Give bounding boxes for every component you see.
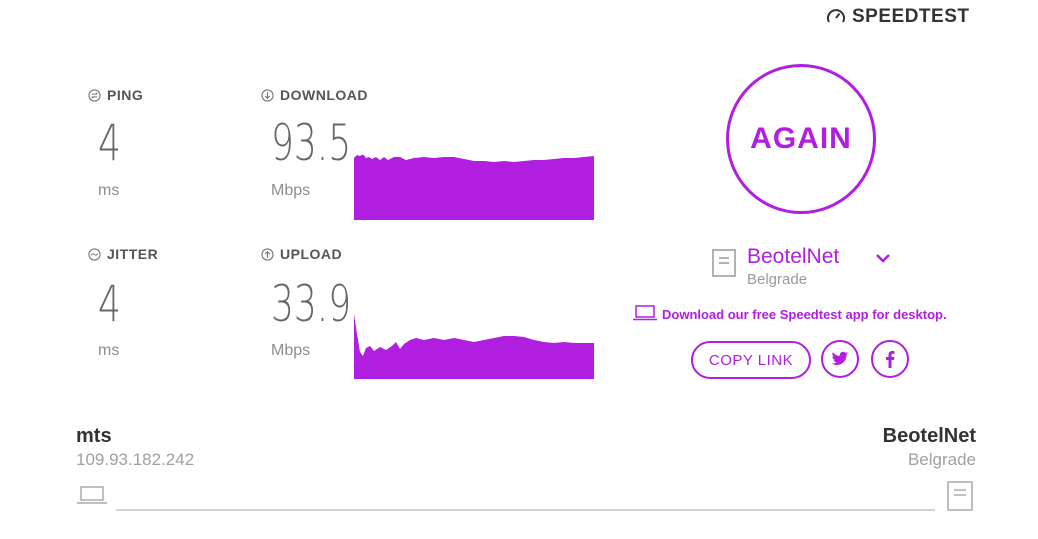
desktop-app-link[interactable]: Download our free Speedtest app for desk… bbox=[662, 307, 947, 322]
facebook-share-button[interactable] bbox=[871, 340, 909, 378]
jitter-value: 4 bbox=[98, 275, 121, 333]
ping-label: PING bbox=[107, 87, 144, 103]
upload-label: UPLOAD bbox=[280, 246, 343, 262]
chevron-down-icon[interactable] bbox=[875, 252, 891, 264]
download-graph bbox=[354, 155, 594, 220]
ping-header: PING bbox=[88, 87, 143, 103]
ping-value: 4 bbox=[98, 114, 121, 172]
download-label: DOWNLOAD bbox=[280, 87, 368, 103]
upload-arrow-icon bbox=[261, 247, 274, 261]
client-ip: 109.93.182.242 bbox=[76, 450, 195, 469]
upload-unit: Mbps bbox=[271, 342, 311, 359]
copy-link-button[interactable]: COPY LINK bbox=[691, 341, 811, 379]
again-label: AGAIN bbox=[750, 122, 852, 155]
server-location: Belgrade bbox=[747, 271, 808, 288]
jitter-label: JITTER bbox=[107, 246, 159, 262]
upload-graph bbox=[354, 314, 594, 379]
laptop-icon bbox=[633, 305, 657, 321]
download-arrow-icon bbox=[261, 88, 274, 102]
server-icon bbox=[712, 249, 736, 277]
upload-value: 33.9 bbox=[271, 275, 352, 333]
upload-header: UPLOAD bbox=[261, 246, 342, 262]
twitter-share-button[interactable] bbox=[821, 340, 859, 378]
jitter-icon bbox=[88, 247, 101, 261]
server-icon bbox=[947, 481, 973, 511]
facebook-icon bbox=[886, 351, 895, 368]
brand-name: SPEEDTEST bbox=[852, 6, 970, 27]
host-location: Belgrade bbox=[907, 450, 976, 469]
server-name[interactable]: BeotelNet bbox=[747, 245, 839, 269]
ping-unit: ms bbox=[98, 182, 120, 199]
download-header: DOWNLOAD bbox=[261, 87, 368, 103]
download-unit: Mbps bbox=[271, 182, 311, 199]
host-name: BeotelNet bbox=[882, 425, 976, 447]
speedometer-icon bbox=[827, 9, 845, 23]
connection-line bbox=[116, 509, 935, 511]
speedtest-logo[interactable]: SPEEDTEST bbox=[826, 6, 969, 28]
client-isp: mts bbox=[76, 425, 112, 447]
laptop-icon bbox=[77, 486, 107, 504]
again-button[interactable]: AGAIN bbox=[726, 64, 876, 214]
download-value: 93.5 bbox=[271, 114, 352, 172]
twitter-icon bbox=[831, 351, 849, 365]
ping-icon bbox=[88, 88, 101, 102]
jitter-header: JITTER bbox=[88, 246, 158, 262]
jitter-unit: ms bbox=[98, 342, 120, 359]
copy-link-label: COPY LINK bbox=[708, 351, 794, 369]
